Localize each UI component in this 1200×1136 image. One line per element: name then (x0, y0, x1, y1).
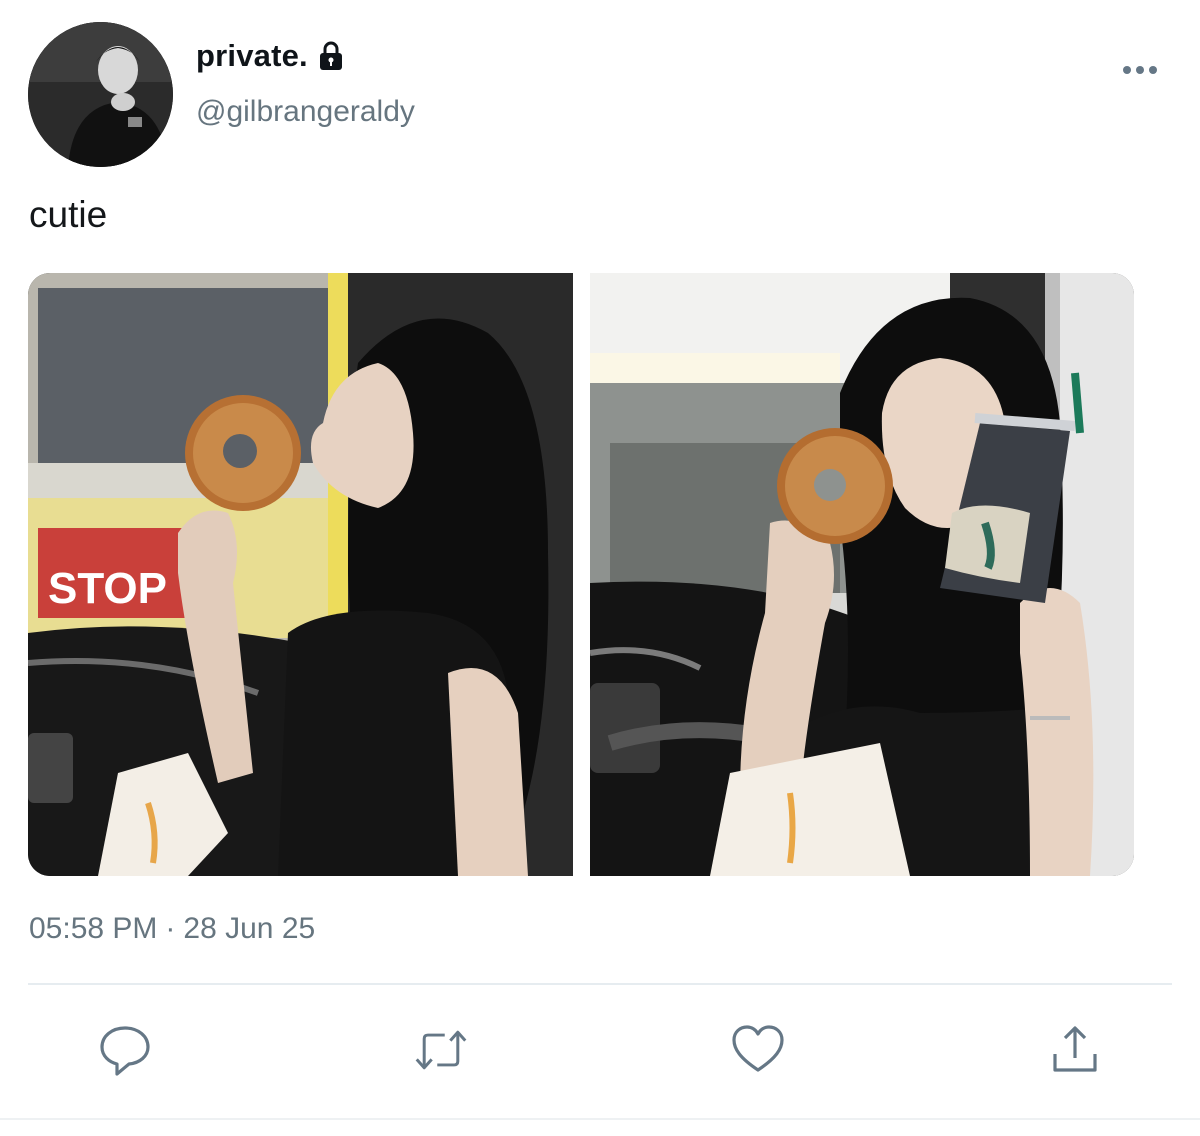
bottom-divider (0, 1118, 1200, 1120)
like-button[interactable] (730, 1022, 786, 1078)
avatar[interactable] (28, 22, 173, 167)
tweet-photo-1[interactable]: STOP (28, 273, 573, 876)
timestamp-separator: · (165, 912, 176, 945)
retweet-icon (415, 1030, 467, 1070)
tweet-text: cutie (29, 194, 108, 235)
display-name[interactable]: private. (196, 38, 344, 74)
share-button[interactable] (1047, 1022, 1103, 1078)
retweet-button[interactable] (413, 1022, 469, 1078)
more-options-icon[interactable] (1120, 55, 1160, 85)
user-handle[interactable]: @gilbrangeraldy (196, 95, 415, 129)
reply-button[interactable] (97, 1022, 153, 1078)
tweet-card: private. @gilbrangeraldy cutie STOP 05:5… (0, 0, 1200, 1136)
tweet-timestamp[interactable]: 05:58 PM · 28 Jun 25 (29, 912, 315, 946)
heart-icon (732, 1025, 784, 1072)
lock-icon (318, 41, 344, 71)
display-name-text: private. (196, 38, 308, 73)
tweet-time: 05:58 PM (29, 912, 158, 945)
share-icon (1053, 1026, 1097, 1072)
svg-text:STOP: STOP (48, 564, 167, 613)
tweet-date: 28 Jun 25 (183, 912, 316, 945)
tweet-photo-2[interactable] (590, 273, 1134, 876)
divider (28, 983, 1172, 985)
reply-icon (100, 1026, 150, 1076)
